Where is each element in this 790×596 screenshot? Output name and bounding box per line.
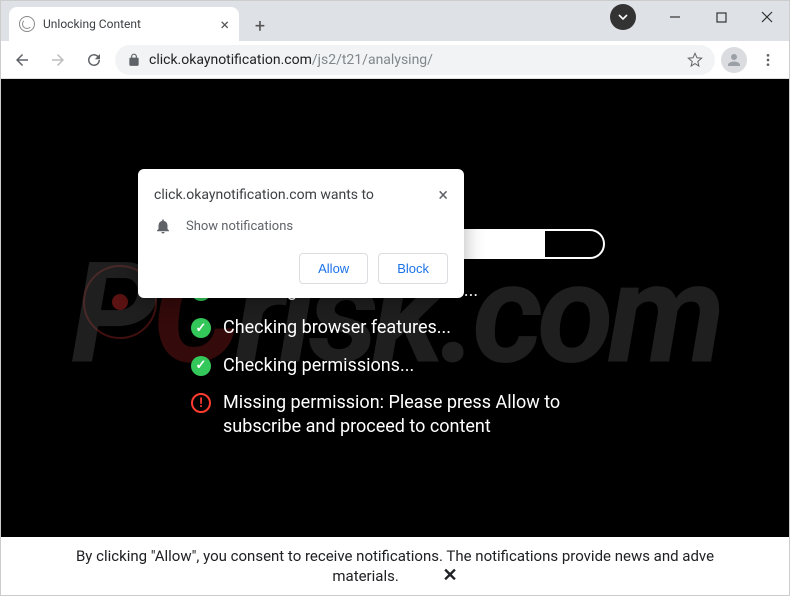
- checklist-item-text: Missing permission: Please press Allow t…: [223, 391, 603, 438]
- maximize-button[interactable]: [698, 0, 744, 34]
- star-icon[interactable]: [687, 52, 703, 68]
- checklist-item: Checking browser features...: [191, 316, 603, 339]
- block-button[interactable]: Block: [378, 253, 448, 284]
- forward-button: [43, 45, 73, 75]
- checklist-item: Checking permissions...: [191, 354, 603, 377]
- consent-bar: By clicking "Allow", you consent to rece…: [1, 537, 789, 595]
- browser-window: Unlocking Content × + click.okaynotifica…: [0, 0, 790, 596]
- popup-prompt-text: Show notifications: [186, 219, 293, 234]
- check-ok-icon: [191, 356, 211, 376]
- page-content: PCrisk.com Checking browser information.…: [1, 79, 789, 537]
- notification-permission-popup: click.okaynotification.com wants to × Sh…: [138, 169, 464, 298]
- checklist-item-text: Checking permissions...: [223, 354, 414, 377]
- allow-button[interactable]: Allow: [299, 253, 368, 284]
- checklist-item: ! Missing permission: Please press Allow …: [191, 391, 603, 438]
- minimize-button[interactable]: [652, 0, 698, 34]
- profile-avatar[interactable]: [721, 47, 747, 73]
- tab-title: Unlocking Content: [43, 17, 212, 31]
- popup-close-icon[interactable]: ×: [438, 187, 448, 205]
- toolbar: click.okaynotification.com/js2/t21/analy…: [1, 41, 789, 79]
- lock-icon: [127, 53, 141, 67]
- address-bar[interactable]: click.okaynotification.com/js2/t21/analy…: [115, 45, 715, 75]
- close-window-button[interactable]: [744, 0, 790, 34]
- browser-tab[interactable]: Unlocking Content ×: [9, 7, 239, 41]
- back-button[interactable]: [7, 45, 37, 75]
- consent-text-line2: materials.: [332, 567, 398, 585]
- tab-close-icon[interactable]: ×: [220, 15, 229, 34]
- reload-button[interactable]: [79, 45, 109, 75]
- bell-icon: [154, 217, 172, 235]
- extension-indicator-icon[interactable]: [610, 4, 636, 30]
- menu-button[interactable]: [753, 45, 783, 75]
- window-controls: [652, 0, 790, 34]
- checklist-item-text: Checking browser features...: [223, 316, 451, 339]
- consent-text-line1: By clicking "Allow", you consent to rece…: [9, 547, 781, 565]
- titlebar: Unlocking Content × +: [1, 1, 789, 41]
- consent-close-icon[interactable]: ✕: [443, 565, 458, 586]
- check-error-icon: !: [191, 393, 211, 413]
- url-text: click.okaynotification.com/js2/t21/analy…: [149, 52, 679, 68]
- status-checklist: Checking browser information...Checking …: [191, 279, 603, 438]
- popup-origin-text: click.okaynotification.com wants to: [154, 187, 374, 203]
- check-ok-icon: [191, 318, 211, 338]
- new-tab-button[interactable]: +: [245, 11, 275, 41]
- globe-icon: [19, 16, 35, 32]
